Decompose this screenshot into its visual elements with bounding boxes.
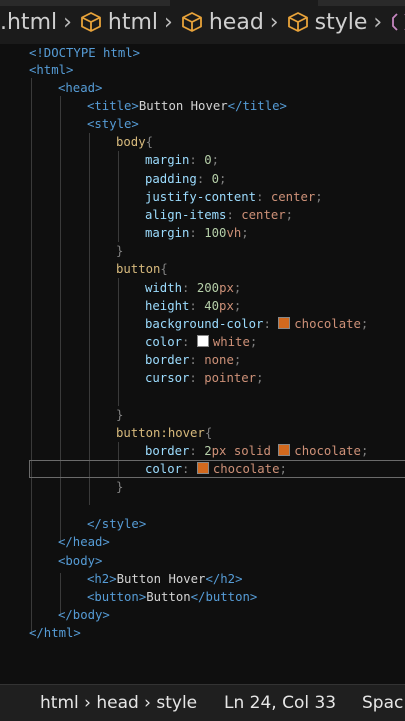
code-line: } <box>116 480 124 494</box>
color-swatch-chocolate[interactable] <box>196 462 209 474</box>
code-line: color: chocolate; <box>145 462 287 476</box>
status-indentation[interactable]: Spac <box>362 693 403 713</box>
tab-strip-left <box>0 0 170 6</box>
status-cursor-position[interactable]: Ln 24, Col 33 <box>224 693 336 713</box>
code-line: </style> <box>87 517 147 531</box>
color-swatch-white[interactable] <box>196 335 209 347</box>
code-line: width: 200px; <box>145 281 242 295</box>
brackets-icon <box>392 13 405 31</box>
tab-strip-right <box>318 0 405 6</box>
code-line: justify-content: center; <box>145 190 323 204</box>
color-swatch-chocolate[interactable] <box>278 444 291 456</box>
code-line: background-color: chocolate; <box>145 317 369 331</box>
chevron-right-icon: › <box>164 9 173 35</box>
breadcrumb-item-head[interactable]: head <box>181 10 264 35</box>
code-line: align-items: center; <box>145 208 294 222</box>
code-line: button{ <box>116 262 168 276</box>
breadcrumb-item-style[interactable]: style <box>287 10 367 35</box>
chevron-right-icon: › <box>269 9 279 35</box>
code-line: <button>Button</button> <box>87 590 258 604</box>
code-line: <h2>Button Hover</h2> <box>87 572 243 586</box>
code-line: cursor: pointer; <box>145 371 264 385</box>
code-line: body{ <box>116 135 154 149</box>
code-line: button:hover{ <box>116 426 213 440</box>
indent-guide <box>118 278 119 406</box>
code-line: </body> <box>58 608 110 622</box>
breadcrumb-item-overflow[interactable] <box>390 11 405 33</box>
code-line: margin: 0; <box>145 153 220 167</box>
indent-guide <box>118 151 119 242</box>
breadcrumb: .html › html › head › style › <box>0 0 405 44</box>
status-bar: html › head › style Ln 24, Col 33 Spac <box>0 684 405 721</box>
code-line: } <box>116 408 124 422</box>
indent-guide <box>31 78 32 634</box>
code-line: </html> <box>29 626 81 640</box>
cube-icon <box>81 12 101 32</box>
code-line: <!DOCTYPE html> <box>29 46 141 60</box>
breadcrumb-item-html[interactable]: html <box>80 10 158 35</box>
code-line: height: 40px; <box>145 299 242 313</box>
code-line: border: none; <box>145 353 242 367</box>
color-swatch-chocolate[interactable] <box>278 317 291 329</box>
code-editor[interactable]: <!DOCTYPE html> <html> <head> <title>But… <box>0 44 405 684</box>
code-line: } <box>116 244 124 258</box>
status-breadcrumb[interactable]: html › head › style <box>40 693 197 713</box>
code-line: margin: 100vh; <box>145 226 249 240</box>
code-line: padding: 0; <box>145 172 227 186</box>
chevron-right-icon: › <box>373 9 383 35</box>
cube-icon <box>287 12 308 32</box>
code-line: <html> <box>29 63 74 77</box>
code-line: border: 2px solid chocolate; <box>145 444 369 458</box>
code-line: <head> <box>58 81 103 95</box>
code-line: <body> <box>58 554 103 568</box>
code-line: <title>Button Hover</title> <box>87 99 287 113</box>
code-line: color: white; <box>145 335 258 349</box>
cube-icon <box>181 12 202 32</box>
indent-guide <box>89 133 90 505</box>
code-line: </head> <box>58 535 110 549</box>
code-line: <style> <box>87 117 139 131</box>
chevron-right-icon: › <box>63 9 72 35</box>
breadcrumb-item-file[interactable]: .html <box>0 10 57 35</box>
